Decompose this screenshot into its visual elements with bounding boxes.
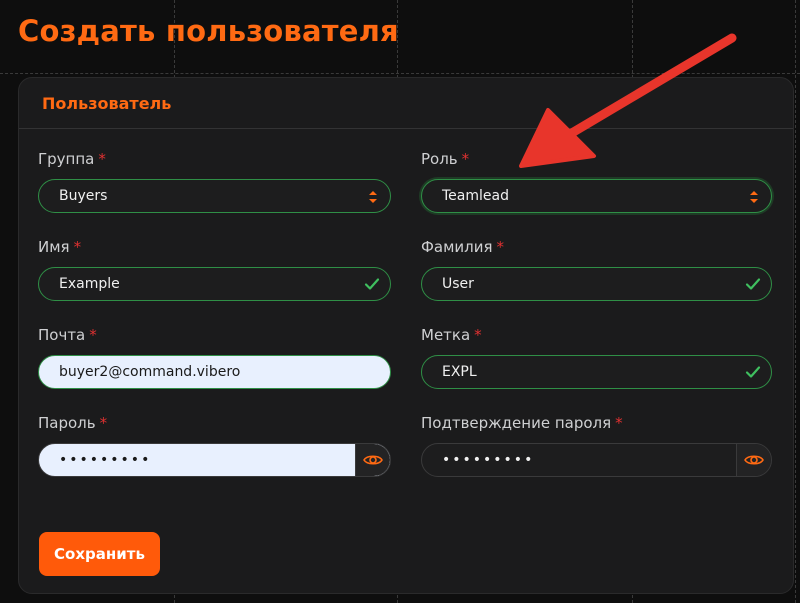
annotation-arrow [519, 33, 737, 168]
